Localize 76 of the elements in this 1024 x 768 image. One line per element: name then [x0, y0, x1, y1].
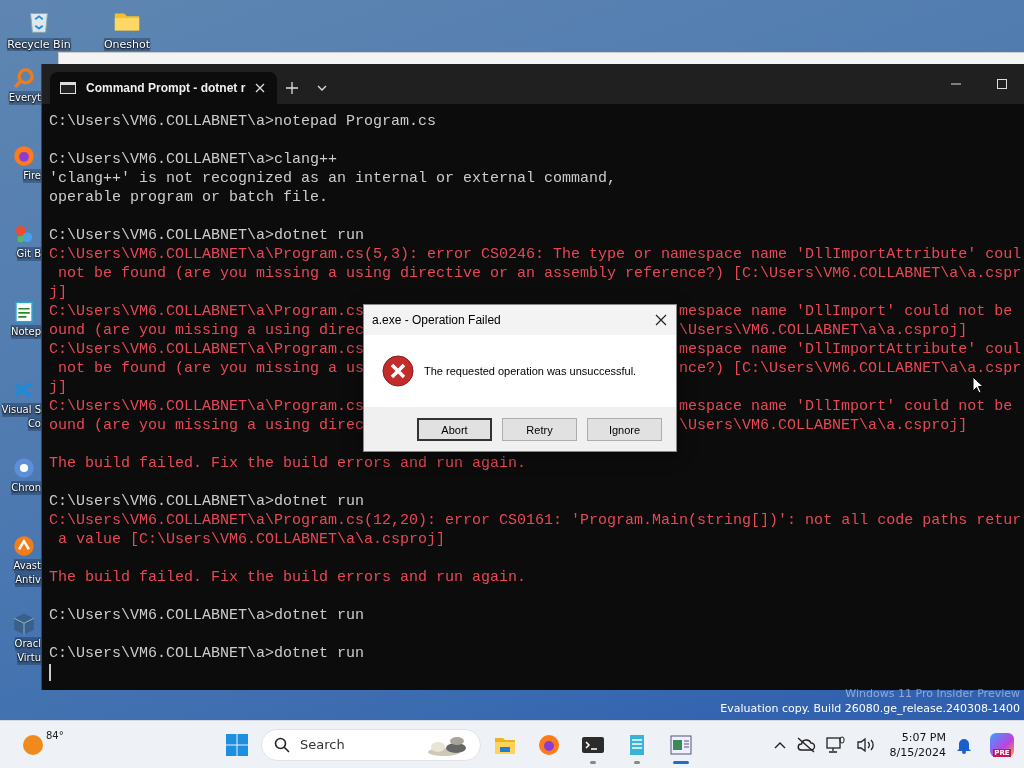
terminal-line: C:\Users\VM6.COLLABNET\a>dotnet run [49, 493, 365, 510]
close-icon [655, 314, 667, 326]
terminal-line: C:\Users\VM6.COLLABNET\a\Program.cs(12,20): error CS0161: 'Program.Main(string[])': not all code paths retur [49, 512, 1022, 529]
browser-icon [537, 732, 561, 757]
terminal-line: C:\Users\VM6.COLLABNET\a\Program.cs(5,3): error CS0246: The type or namespace name 'DllImportAttribute' coul [49, 246, 1022, 263]
command-prompt-icon [60, 82, 76, 94]
icon-label: Chron [11, 481, 41, 495]
close-icon [255, 83, 266, 93]
dialog-button[interactable]: Abort [417, 418, 492, 441]
search-field[interactable]: Search [298, 736, 416, 753]
terminal-line: j] [49, 379, 67, 396]
speaker-icon [855, 736, 876, 753]
browser-icon [11, 143, 37, 169]
icon-label: Oracl [14, 637, 41, 651]
error-icon [382, 355, 414, 387]
cube-icon [11, 611, 37, 637]
network-icon [825, 735, 846, 754]
icon-label: Notep [10, 325, 41, 339]
maximize-icon [997, 79, 1007, 89]
text-cursor [49, 664, 51, 681]
terminal-line: ound (are you missing a using direc [49, 321, 365, 340]
terminal-line: not be found (are you missing a using directive or an assembly reference?) [C:\Users\VM6.COLLABNET\a\a.cspr [57, 265, 1022, 282]
plus-icon [286, 82, 299, 94]
minimize-icon [951, 83, 961, 85]
windows-logo-icon [225, 732, 249, 757]
terminal-line: not be found (are you missing a us [57, 359, 365, 378]
watermark-text: Evaluation copy. Build 26080.ge_release.240308-1400 [720, 701, 1020, 716]
terminal-line: nce?) [C:\Users\VM6.COLLABNET\a\a.cspr [679, 359, 1022, 378]
terminal-line: C:\Users\VM6.COLLABNET\a>clang++ [49, 151, 338, 168]
terminal-line: 'clang++' is not recognized as an internal or external command, [49, 170, 617, 187]
dialog-button[interactable]: Retry [502, 418, 577, 441]
terminal-line: mespace name 'DllImportAttribute' coul [679, 340, 1022, 359]
terminal-tab[interactable]: Command Prompt - dotnet r [50, 72, 278, 104]
icon-label: Virtu [17, 651, 41, 665]
sun-icon [22, 733, 44, 756]
clock-time: 5:07 PM [901, 729, 946, 745]
terminal-line: The build failed. Fix the build errors and run again. [49, 569, 527, 586]
icon-label: Git B [16, 247, 41, 261]
terminal-line: The build failed. Fix the build errors and run again. [49, 455, 527, 472]
temperature-text: 84° [46, 729, 64, 741]
icon-label: Fire [23, 169, 41, 183]
icon-label: Antiv [15, 573, 41, 587]
terminal-line: j] [49, 284, 67, 301]
dialog-title: a.exe - Operation Failed [372, 313, 501, 327]
window-icon [669, 732, 693, 757]
chevron-up-icon [773, 740, 786, 749]
chevron-down-icon [317, 85, 328, 91]
terminal-line: mespace name 'DllImport' could not be [679, 302, 1013, 321]
magnifier-icon [11, 65, 37, 91]
terminal-line: mespace name 'DllImport' could not be [679, 397, 1013, 416]
icon-label: Avast [13, 559, 41, 573]
mouse-pointer-icon [972, 376, 984, 394]
clock-date: 8/15/2024 [889, 744, 946, 760]
terminal-line: C:\Users\VM6.COLLABNET\a>dotnet run [49, 645, 365, 662]
terminal-line: C:\Users\VM6.COLLABNET\a\Program.cs [49, 302, 365, 321]
terminal-line: C:\Users\VM6.COLLABNET\a>dotnet run [49, 607, 365, 624]
tab-title: Command Prompt - dotnet r [86, 81, 246, 95]
dialog-button[interactable]: Ignore [587, 418, 662, 441]
search-bar[interactable]: Search [261, 728, 481, 761]
terminal-line: \Users\VM6.COLLABNET\a\a.csproj] [679, 416, 968, 435]
terminal-line: C:\Users\VM6.COLLABNET\a\Program.cs [49, 397, 365, 416]
terminal-line: C:\Users\VM6.COLLABNET\a>dotnet run [49, 227, 365, 244]
globe-icon [11, 455, 37, 481]
search-icon [274, 736, 290, 753]
terminal-line: C:\Users\VM6.COLLABNET\a>notepad Program.cs [49, 113, 437, 130]
dialog-message: The requested operation was unsuccessful. [424, 365, 637, 377]
icon-label: Co [27, 417, 41, 431]
terminal-line: operable program or batch file. [49, 189, 329, 206]
watermark-text: Windows 11 Pro Insider Preview [844, 686, 1020, 701]
icon-label: Visual S [1, 403, 41, 417]
terminal-line: a value [C:\Users\VM6.COLLABNET\a\a.csproj] [57, 531, 446, 548]
cloud-off-icon [795, 736, 816, 753]
terminal-line: \Users\VM6.COLLABNET\a\a.csproj] [679, 321, 968, 340]
icon-label: Everyt [8, 91, 41, 105]
terminal-line: ound (are you missing a using direc [49, 416, 365, 435]
terminal-line: C:\Users\VM6.COLLABNET\a\Program.cs [49, 340, 365, 359]
